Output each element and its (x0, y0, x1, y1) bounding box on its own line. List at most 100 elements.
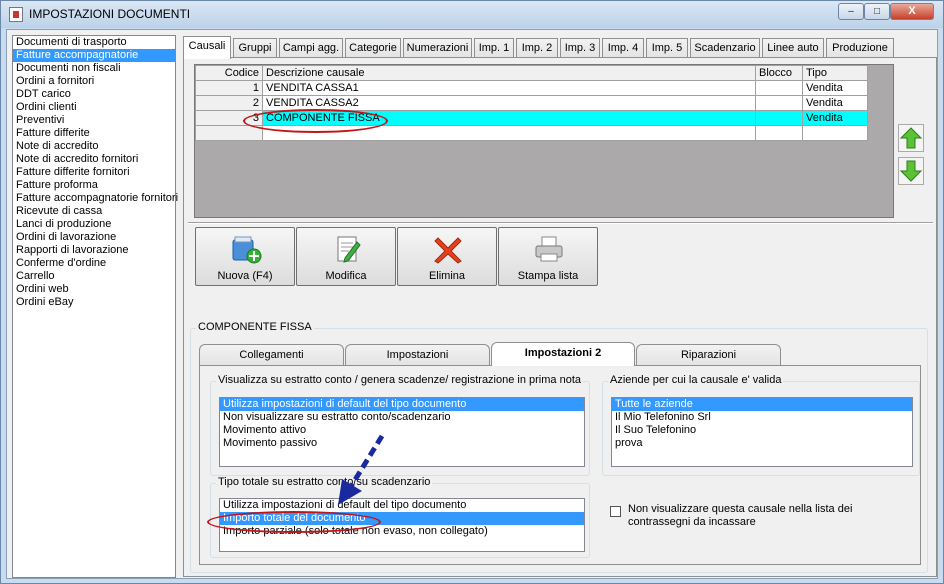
window-title: IMPOSTAZIONI DOCUMENTI (29, 7, 191, 21)
tab-causali[interactable]: Causali (183, 36, 231, 59)
left-list-item[interactable]: Fatture accompagnatorie fornitori (13, 192, 178, 205)
cell-type[interactable] (802, 125, 868, 141)
left-list-item[interactable]: Ordini di lavorazione (13, 231, 175, 244)
new-button-label: Nuova (F4) (217, 270, 273, 282)
left-list-item[interactable]: Conferme d'ordine (13, 257, 175, 270)
print-button[interactable]: Stampa lista (498, 227, 598, 286)
causali-panel: Codice Descrizione causale Blocco Tipo 1… (183, 57, 937, 577)
cell-block[interactable] (755, 80, 803, 96)
list-item[interactable]: Movimento attivo (220, 424, 584, 437)
app-icon (9, 7, 23, 22)
move-down-button[interactable] (898, 157, 924, 185)
tab-produzione[interactable]: Produzione (826, 38, 894, 58)
col-header-type[interactable]: Tipo (802, 65, 868, 81)
col-header-block[interactable]: Blocco (755, 65, 803, 81)
list-item[interactable]: Il Mio Telefonino Srl (612, 411, 912, 424)
cell-type[interactable]: Vendita (802, 80, 868, 96)
left-list-item[interactable]: Lanci di produzione (13, 218, 175, 231)
cell-type[interactable]: Vendita (802, 110, 868, 126)
detail-tab-impostazioni-2[interactable]: Impostazioni 2 (491, 342, 635, 366)
aziende-listbox[interactable]: Tutte le aziende Il Mio Telefonino Srl I… (611, 397, 913, 467)
left-list-item[interactable]: Carrello (13, 270, 175, 283)
col-header-code[interactable]: Codice (195, 65, 263, 81)
causali-grid: Codice Descrizione causale Blocco Tipo 1… (194, 64, 894, 218)
left-list-item[interactable]: Note di accredito (13, 140, 175, 153)
left-list-item[interactable]: Ordini clienti (13, 101, 175, 114)
left-list-item[interactable]: Ordini eBay (13, 296, 175, 309)
aziende-legend: Aziende per cui la causale e' valida (608, 374, 784, 386)
cell-code[interactable] (195, 125, 263, 141)
cell-block[interactable] (755, 110, 803, 126)
left-list-item[interactable]: Fatture accompagnatorie (13, 49, 175, 62)
left-list-item[interactable]: Preventivi (13, 114, 175, 127)
list-item[interactable]: Utilizza impostazioni di default del tip… (220, 398, 584, 411)
tab-linee-auto[interactable]: Linee auto (762, 38, 824, 58)
title-bar: IMPOSTAZIONI DOCUMENTI – □ X (1, 1, 943, 28)
maximize-button[interactable]: □ (864, 3, 890, 20)
delete-button[interactable]: Elimina (397, 227, 497, 286)
left-list-item[interactable]: Rapporti di lavorazione (13, 244, 175, 257)
tab-imp-5[interactable]: Imp. 5 (646, 38, 688, 58)
grid-row[interactable]: 1 VENDITA CASSA1 Vendita (195, 80, 868, 96)
grid-row[interactable]: 2 VENDITA CASSA2 Vendita (195, 95, 868, 111)
detail-tab-collegamenti[interactable]: Collegamenti (199, 344, 344, 366)
move-up-button[interactable] (898, 124, 924, 152)
new-document-icon (232, 236, 262, 264)
tab-categorie[interactable]: Categorie (345, 38, 401, 58)
tab-gruppi[interactable]: Gruppi (233, 38, 277, 58)
left-list-item[interactable]: DDT carico (13, 88, 175, 101)
estratto-legend: Visualizza su estratto conto / genera sc… (216, 374, 583, 386)
tab-scadenzario[interactable]: Scadenzario (690, 38, 760, 58)
tab-imp-4[interactable]: Imp. 4 (602, 38, 644, 58)
close-button[interactable]: X (890, 3, 934, 20)
annotation-ellipse (207, 511, 381, 533)
tab-imp-1[interactable]: Imp. 1 (474, 38, 514, 58)
left-list-item[interactable]: Fatture proforma (13, 179, 175, 192)
minimize-button[interactable]: – (838, 3, 864, 20)
estratto-listbox[interactable]: Utilizza impostazioni di default del tip… (219, 397, 585, 467)
list-item[interactable]: Non visualizzare su estratto conto/scade… (220, 411, 584, 424)
cell-desc[interactable]: VENDITA CASSA1 (262, 80, 756, 96)
cell-block[interactable] (755, 125, 803, 141)
col-header-desc[interactable]: Descrizione causale (262, 65, 756, 81)
tab-imp-2[interactable]: Imp. 2 (516, 38, 558, 58)
contrassegni-checkbox-label[interactable]: Non visualizzare questa causale nella li… (628, 503, 913, 529)
cell-block[interactable] (755, 95, 803, 111)
document-type-list[interactable]: Documenti di trasporto Fatture accompagna… (12, 35, 178, 578)
list-item[interactable]: Il Suo Telefonino (612, 424, 912, 437)
left-list-item[interactable]: Fatture differite fornitori (13, 166, 175, 179)
left-list-item[interactable]: Fatture differite (13, 127, 175, 140)
tab-numerazioni[interactable]: Numerazioni (403, 38, 472, 58)
list-item[interactable]: Tutte le aziende (612, 398, 912, 411)
annotation-ellipse (243, 109, 388, 133)
tab-imp-3[interactable]: Imp. 3 (560, 38, 600, 58)
detail-tab-impostazioni[interactable]: Impostazioni (345, 344, 490, 366)
aziende-group: Aziende per cui la causale e' valida Tut… (602, 374, 920, 476)
cell-type[interactable]: Vendita (802, 95, 868, 111)
arrow-down-icon (899, 160, 923, 182)
edit-icon (337, 236, 361, 263)
cell-desc[interactable]: VENDITA CASSA2 (262, 95, 756, 111)
print-button-label: Stampa lista (517, 270, 579, 282)
tab-campi-agg[interactable]: Campi agg. (279, 38, 343, 58)
delete-x-icon (434, 237, 462, 264)
list-item[interactable]: prova (612, 437, 912, 450)
detail-group: COMPONENTE FISSA Collegamenti Impostazion… (190, 321, 928, 573)
list-item[interactable]: Movimento passivo (220, 437, 584, 450)
impostazioni2-panel: Visualizza su estratto conto / genera sc… (199, 365, 921, 565)
contrassegni-checkbox[interactable] (610, 506, 621, 517)
left-list-item[interactable]: Documenti non fiscali (13, 62, 175, 75)
edit-button[interactable]: Modifica (296, 227, 396, 286)
delete-button-label: Elimina (428, 270, 466, 282)
new-button[interactable]: Nuova (F4) (195, 227, 295, 286)
left-list-item[interactable]: Note di accredito fornitori (13, 153, 175, 166)
left-list-item[interactable]: Documenti di trasporto (13, 36, 175, 49)
client-area: Documenti di trasporto Fatture accompagna… (6, 29, 938, 579)
cell-code[interactable]: 2 (195, 95, 263, 111)
left-list-item[interactable]: Ordini web (13, 283, 175, 296)
left-list-item[interactable]: Ordini a fornitori (13, 75, 175, 88)
detail-tab-riparazioni[interactable]: Riparazioni (636, 344, 781, 366)
left-list-item[interactable]: Ricevute di cassa (13, 205, 175, 218)
list-item[interactable]: Utilizza impostazioni di default del tip… (220, 499, 584, 512)
cell-code[interactable]: 1 (195, 80, 263, 96)
